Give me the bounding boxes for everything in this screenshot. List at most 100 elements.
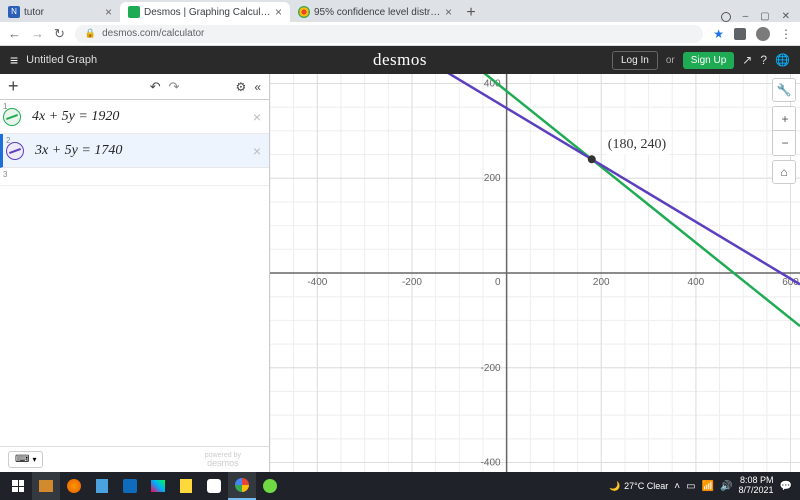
chevron-down-icon: ▾ [32,455,36,464]
undo-icon[interactable]: ↶ [150,79,161,95]
window-controls: – ▢ ✕ [711,11,800,22]
close-icon[interactable]: × [445,5,452,19]
panel-footer: ⌨ ▾ powered by desmos [0,446,269,472]
redo-icon[interactable]: ↷ [169,79,180,95]
share-icon[interactable]: ↗ [742,53,752,67]
extension-icon[interactable] [734,28,746,40]
notification-icon[interactable]: 💬 [780,481,792,492]
maximize-button[interactable]: ▢ [760,11,769,22]
graph-svg: -400-200200400600-400-2002004000 [270,74,800,472]
clock[interactable]: 8:08 PM 8/7/2021 [739,476,774,496]
browser-tab[interactable]: 95% confidence level distributio × [290,2,460,22]
taskbar-app[interactable] [256,472,284,500]
browser-tab-strip: N tutor × Desmos | Graphing Calculator ×… [0,0,800,22]
app-header: ≡ Untitled Graph desmos Log In or Sign U… [0,46,800,74]
taskbar-app[interactable] [32,472,60,500]
profile-avatar[interactable] [756,27,770,41]
windows-taskbar: 🌙 27°C Clear ˄ ▭ 📶 🔊 8:08 PM 8/7/2021 💬 [0,472,800,500]
close-button[interactable]: ✕ [782,11,790,22]
hamburger-menu-icon[interactable]: ≡ [10,52,18,68]
address-bar: ← → ↻ 🔒 desmos.com/calculator ★ ⋮ [0,22,800,46]
svg-text:-200: -200 [481,363,501,374]
nav-forward-icon[interactable]: → [31,26,44,41]
chevron-up-icon[interactable]: ˄ [674,481,680,492]
taskbar-app[interactable] [200,472,228,500]
volume-icon[interactable]: 🔊 [720,481,732,492]
battery-icon[interactable]: ▭ [686,481,695,492]
taskbar-app[interactable] [88,472,116,500]
graph-title[interactable]: Untitled Graph [26,54,97,66]
svg-text:400: 400 [688,277,705,288]
graph-canvas[interactable]: -400-200200400600-400-2002004000 (180, 2… [270,74,800,472]
svg-text:-400: -400 [481,458,501,469]
collapse-panel-icon[interactable]: « [254,80,261,94]
file-explorer-icon [39,480,53,492]
graph-tools: 🔧 + − ⌂ [772,78,796,184]
tab-title: tutor [24,7,101,18]
taskbar-app[interactable] [228,472,256,500]
expression-toolbar: + ↶ ↷ ⚙ « [0,74,269,100]
svg-text:-200: -200 [402,277,422,288]
delete-expression-icon[interactable]: × [245,143,269,159]
app-body: + ↶ ↷ ⚙ « 1 4x + 5y = 1920 × 2 3x + 5y =… [0,74,800,472]
record-icon[interactable] [721,12,731,22]
expression-index: 3 [3,170,7,179]
url-input[interactable]: 🔒 desmos.com/calculator [75,25,703,43]
paint-icon [151,480,165,492]
close-icon[interactable]: × [275,5,282,19]
url-text: desmos.com/calculator [102,28,204,39]
browser-tab[interactable]: Desmos | Graphing Calculator × [120,2,290,22]
expression-row-empty[interactable]: 3 [0,168,269,186]
zoom-out-button[interactable]: − [773,131,796,155]
word-icon [123,479,137,493]
new-tab-button[interactable]: + [460,4,482,22]
signup-button[interactable]: Sign Up [683,52,735,69]
help-icon[interactable]: ? [760,53,767,67]
reload-icon[interactable]: ↻ [54,26,65,42]
windows-logo-icon [12,480,24,492]
browser-tab[interactable]: N tutor × [0,2,120,22]
bookmark-star-icon[interactable]: ★ [713,27,724,41]
expression-index: 1 [3,102,7,111]
taskbar-app[interactable] [116,472,144,500]
zoom-in-button[interactable]: + [773,107,796,131]
close-icon[interactable]: × [105,5,112,19]
svg-text:200: 200 [484,173,501,184]
favicon [128,6,140,18]
delete-expression-icon[interactable]: × [245,109,269,125]
weather-widget[interactable]: 🌙 27°C Clear [609,481,668,492]
svg-text:200: 200 [593,277,610,288]
nav-back-icon[interactable]: ← [8,26,21,41]
kebab-menu-icon[interactable]: ⋮ [780,27,792,41]
expression-input[interactable]: 3x + 5y = 1740 [27,143,245,159]
taskbar-app[interactable] [172,472,200,500]
keyboard-toggle-button[interactable]: ⌨ ▾ [8,451,43,468]
home-icon[interactable]: ⌂ [772,160,796,184]
login-button[interactable]: Log In [612,51,658,70]
start-button[interactable] [4,472,32,500]
wrench-icon[interactable]: 🔧 [772,78,796,102]
date-text: 8/7/2021 [739,486,774,496]
favicon [298,6,310,18]
expression-row[interactable]: 1 4x + 5y = 1920 × [0,100,269,134]
upwork-icon [263,479,277,493]
expression-input[interactable]: 4x + 5y = 1920 [24,109,245,125]
or-label: or [666,55,675,66]
chrome-icon [235,478,249,492]
tab-title: 95% confidence level distributio [314,7,441,18]
favicon: N [8,6,20,18]
firefox-icon [67,479,81,493]
language-icon[interactable]: 🌐 [775,53,790,67]
expression-panel: + ↶ ↷ ⚙ « 1 4x + 5y = 1920 × 2 3x + 5y =… [0,74,270,472]
taskbar-app[interactable] [60,472,88,500]
minimize-button[interactable]: – [743,11,749,22]
sticky-notes-icon [180,479,192,493]
lock-icon: 🔒 [85,28,96,39]
expression-row[interactable]: 2 3x + 5y = 1740 × [0,134,269,168]
add-expression-button[interactable]: + [8,76,19,97]
taskbar-app[interactable] [144,472,172,500]
app-icon [207,479,221,493]
wifi-icon[interactable]: 📶 [702,481,714,492]
gear-icon[interactable]: ⚙ [236,80,247,94]
keyboard-icon: ⌨ [15,454,29,465]
